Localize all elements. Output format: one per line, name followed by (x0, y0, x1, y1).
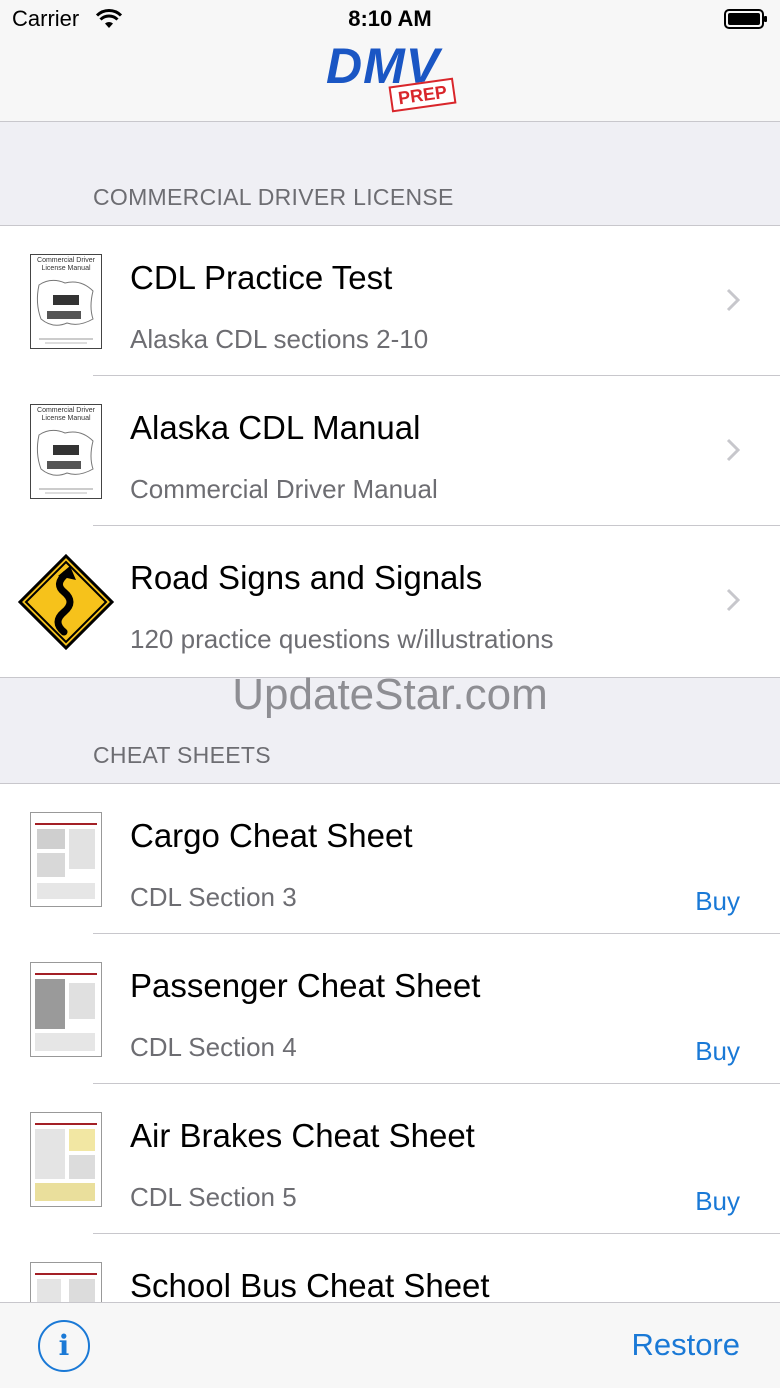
cdl-manual-thumbnail: Commercial Driver License Manual (30, 404, 102, 499)
row-title: School Bus Cheat Sheet (130, 1267, 490, 1304)
chevron-right-icon (726, 438, 740, 462)
chevron-right-icon (726, 288, 740, 312)
list-item-alaska-cdl-manual[interactable]: Commercial Driver License Manual Alaska … (0, 376, 780, 526)
list-item-cargo-cheat-sheet[interactable]: Cargo Cheat Sheet CDL Section 3 Buy (0, 784, 780, 934)
bottom-toolbar: i Restore (0, 1302, 780, 1388)
row-subtitle: CDL Section 4 (130, 1032, 297, 1062)
list-item-road-signs[interactable]: Road Signs and Signals 120 practice ques… (0, 526, 780, 676)
buy-button[interactable]: Buy (695, 1036, 740, 1067)
cheat-sheet-thumbnail (30, 1112, 102, 1207)
list-item-passenger-cheat-sheet[interactable]: Passenger Cheat Sheet CDL Section 4 Buy (0, 934, 780, 1084)
row-title: Alaska CDL Manual (130, 409, 421, 446)
cheat-sheet-thumbnail (30, 962, 102, 1057)
battery-icon (724, 9, 767, 29)
restore-button[interactable]: Restore (631, 1327, 740, 1363)
section-header-cdl: COMMERCIAL DRIVER LICENSE (93, 184, 454, 210)
list-item-cdl-practice-test[interactable]: Commercial Driver License Manual CDL Pra… (0, 226, 780, 376)
status-bar: Carrier 8:10 AM (0, 0, 780, 40)
row-title: Road Signs and Signals (130, 559, 483, 596)
row-title: Air Brakes Cheat Sheet (130, 1117, 475, 1154)
winding-road-sign-icon (18, 554, 114, 650)
info-icon[interactable]: i (38, 1320, 90, 1372)
list-item-air-brakes-cheat-sheet[interactable]: Air Brakes Cheat Sheet CDL Section 5 Buy (0, 1084, 780, 1234)
row-title: Cargo Cheat Sheet (130, 817, 413, 854)
buy-button[interactable]: Buy (695, 1186, 740, 1217)
row-title: CDL Practice Test (130, 259, 393, 296)
chevron-right-icon (726, 588, 740, 612)
buy-button[interactable]: Buy (695, 886, 740, 917)
section-header-cheat-sheets: CHEAT SHEETS (93, 742, 271, 768)
row-subtitle: Commercial Driver Manual (130, 474, 438, 504)
row-subtitle: CDL Section 5 (130, 1182, 297, 1212)
watermark: UpdateStar.com (232, 670, 548, 719)
clock: 8:10 AM (348, 6, 432, 31)
cheat-sheets-group: Cargo Cheat Sheet CDL Section 3 Buy Pass… (0, 783, 780, 1384)
row-subtitle: CDL Section 3 (130, 882, 297, 912)
dmv-prep-logo: DMV PREP (322, 38, 462, 118)
cheat-sheet-thumbnail (30, 812, 102, 907)
row-subtitle: Alaska CDL sections 2-10 (130, 324, 429, 354)
cdl-manual-thumbnail: Commercial Driver License Manual (30, 254, 102, 349)
row-subtitle: 120 practice questions w/illustrations (130, 624, 554, 654)
cdl-group: Commercial Driver License Manual CDL Pra… (0, 225, 780, 678)
row-title: Passenger Cheat Sheet (130, 967, 481, 1004)
